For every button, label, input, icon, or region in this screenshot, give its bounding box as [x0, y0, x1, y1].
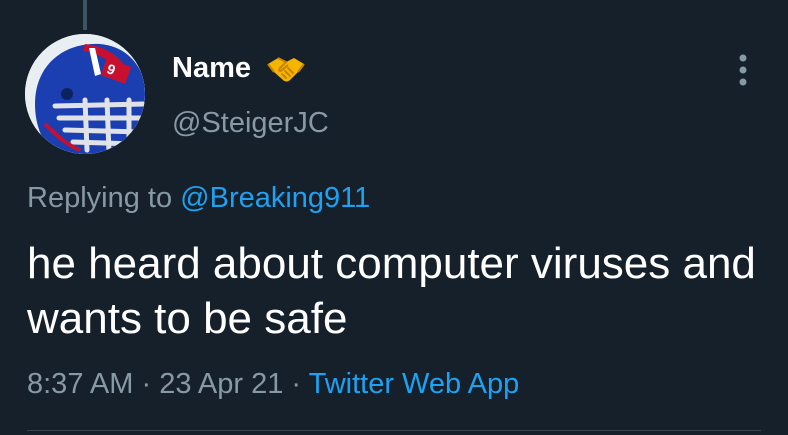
user-handle[interactable]: @SteigerJC — [172, 105, 329, 141]
reply-mention-link[interactable]: @Breaking911 — [180, 182, 370, 214]
avatar[interactable]: 9 — [25, 34, 145, 154]
meta-separator: · — [283, 368, 309, 400]
divider — [27, 430, 761, 431]
meta-separator: · — [133, 368, 160, 400]
tweet-detail: 9 Name @SteigerJC Replying to @Breaking9… — [0, 0, 788, 435]
tweet-metadata: 8:37 AM · 23 Apr 21 · Twitter Web App — [27, 364, 519, 404]
vertical-ellipsis-icon[interactable] — [728, 50, 758, 90]
football-helmet-icon: 9 — [25, 34, 145, 154]
reply-context: Replying to @Breaking911 — [27, 178, 370, 218]
tweet-date[interactable]: 23 Apr 21 — [159, 368, 283, 400]
tweet-source-link[interactable]: Twitter Web App — [309, 368, 520, 400]
handshake-emoji-icon — [266, 52, 306, 86]
reply-prefix: Replying to — [27, 182, 181, 214]
tweet-text: he heard about computer viruses and want… — [27, 239, 756, 343]
display-name[interactable]: Name — [172, 50, 251, 86]
tweet-time[interactable]: 8:37 AM — [27, 368, 133, 400]
thread-connector-line — [83, 0, 87, 30]
